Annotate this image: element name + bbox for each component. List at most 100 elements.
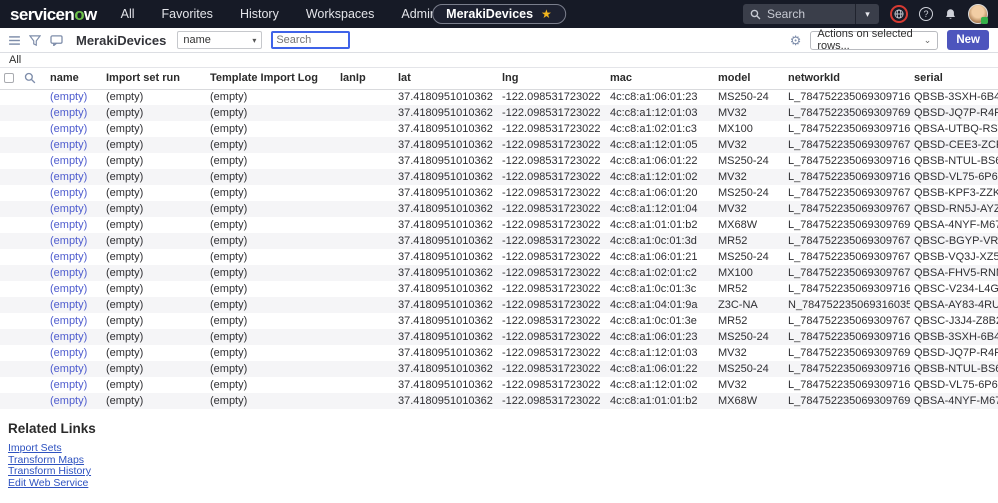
breadcrumb[interactable]: All (0, 53, 998, 68)
record-link[interactable]: (empty) (50, 123, 87, 135)
related-link-transform-maps[interactable]: Transform Maps (8, 455, 990, 467)
record-link[interactable]: (empty) (50, 155, 87, 167)
column-header-lng[interactable]: lng (498, 68, 606, 89)
cell-import-set-run: (empty) (102, 201, 206, 217)
cell-model: MV32 (714, 345, 784, 361)
record-link[interactable]: (empty) (50, 331, 87, 343)
cell-template-import-log: (empty) (206, 105, 336, 121)
cell-import-set-run: (empty) (102, 121, 206, 137)
cell-import-set-run: (empty) (102, 361, 206, 377)
cell-row-icon (20, 137, 46, 153)
cell-lat: 37.4180951010362 (394, 377, 498, 393)
cell-name: (empty) (46, 121, 102, 137)
column-header-name[interactable]: name (46, 68, 102, 89)
record-link[interactable]: (empty) (50, 379, 87, 391)
cell-template-import-log: (empty) (206, 169, 336, 185)
list-search-input[interactable] (271, 31, 350, 49)
cell-name: (empty) (46, 185, 102, 201)
select-all-checkbox[interactable] (4, 73, 14, 83)
favorite-star-icon[interactable]: ★ (541, 8, 552, 20)
record-link[interactable]: (empty) (50, 363, 87, 375)
column-header-mac[interactable]: mac (606, 68, 714, 89)
column-header-import-set-run[interactable]: Import set run (102, 68, 206, 89)
record-link[interactable]: (empty) (50, 219, 87, 231)
related-link-import-sets[interactable]: Import Sets (8, 443, 990, 455)
cell-lng: -122.098531723022 (498, 281, 606, 297)
record-link[interactable]: (empty) (50, 251, 87, 263)
column-header-template-import-log[interactable]: Template Import Log (206, 68, 336, 89)
record-link[interactable]: (empty) (50, 299, 87, 311)
record-link[interactable]: (empty) (50, 315, 87, 327)
cell-import-set-run: (empty) (102, 137, 206, 153)
record-link[interactable]: (empty) (50, 267, 87, 279)
column-header-networkid[interactable]: networkId (784, 68, 910, 89)
nav-item-history[interactable]: History (240, 7, 279, 21)
select-all-header[interactable] (0, 68, 20, 89)
related-links-list: Import SetsTransform MapsTransform Histo… (8, 443, 990, 489)
record-link[interactable]: (empty) (50, 395, 87, 407)
cell-networkid: L_784752235069309716 (784, 169, 910, 185)
cell-import-set-run: (empty) (102, 153, 206, 169)
user-avatar[interactable] (968, 4, 988, 24)
cell-row-icon (20, 105, 46, 121)
help-icon[interactable]: ? (919, 7, 933, 21)
cell-lanip (336, 105, 394, 121)
cell-name: (empty) (46, 217, 102, 233)
record-link[interactable]: (empty) (50, 91, 87, 103)
column-header-model[interactable]: model (714, 68, 784, 89)
nav-item-all[interactable]: All (121, 7, 135, 21)
record-link[interactable]: (empty) (50, 203, 87, 215)
record-link[interactable]: (empty) (50, 171, 87, 183)
cell-template-import-log: (empty) (206, 233, 336, 249)
cell-networkid: L_784752235069309767 (784, 313, 910, 329)
actions-on-rows-select[interactable]: Actions on selected rows...⌄ (810, 31, 938, 50)
top-nav: AllFavoritesHistoryWorkspacesAdmin (121, 7, 437, 21)
servicenow-logo[interactable]: servicenow (10, 6, 97, 23)
filter-funnel-icon[interactable] (29, 35, 41, 46)
cell-checkbox (0, 169, 20, 185)
cell-lat: 37.4180951010362 (394, 393, 498, 409)
cell-row-icon (20, 217, 46, 233)
cell-checkbox (0, 137, 20, 153)
cell-template-import-log: (empty) (206, 185, 336, 201)
related-link-edit-web-service[interactable]: Edit Web Service (8, 478, 990, 490)
cell-lat: 37.4180951010362 (394, 281, 498, 297)
cell-networkid: L_784752235069309716 (784, 281, 910, 297)
cell-name: (empty) (46, 265, 102, 281)
list-menu-icon[interactable] (9, 36, 20, 45)
globe-update-set-icon[interactable] (890, 5, 908, 23)
search-field-select[interactable]: name▾ (177, 31, 262, 49)
cell-lng: -122.098531723022 (498, 89, 606, 105)
cell-model: MS250-24 (714, 185, 784, 201)
search-scope-dropdown[interactable]: ▾ (855, 4, 879, 24)
related-link-transform-history[interactable]: Transform History (8, 466, 990, 478)
header-search-toggle[interactable] (20, 68, 46, 89)
record-link[interactable]: (empty) (50, 139, 87, 151)
cell-lat: 37.4180951010362 (394, 313, 498, 329)
record-link[interactable]: (empty) (50, 347, 87, 359)
table-row: (empty)(empty)(empty)37.4180951010362-12… (0, 233, 998, 249)
cell-model: Z3C-NA (714, 297, 784, 313)
column-header-serial[interactable]: serial (910, 68, 998, 89)
column-header-lat[interactable]: lat (394, 68, 498, 89)
gear-icon[interactable]: ⚙ (790, 34, 802, 47)
nav-item-favorites[interactable]: Favorites (162, 7, 213, 21)
column-header-lanip[interactable]: lanIp (336, 68, 394, 89)
record-link[interactable]: (empty) (50, 187, 87, 199)
cell-template-import-log: (empty) (206, 89, 336, 105)
cell-checkbox (0, 345, 20, 361)
record-link[interactable]: (empty) (50, 283, 87, 295)
notifications-bell-icon[interactable] (944, 8, 957, 21)
device-list-table: nameImport set runTemplate Import Loglan… (0, 68, 998, 409)
record-link[interactable]: (empty) (50, 235, 87, 247)
cell-mac: 4c:c8:a1:12:01:02 (606, 377, 714, 393)
cell-model: MV32 (714, 377, 784, 393)
nav-item-workspaces[interactable]: Workspaces (306, 7, 375, 21)
global-search[interactable]: Search ▾ (743, 4, 879, 24)
cell-checkbox (0, 377, 20, 393)
cell-checkbox (0, 393, 20, 409)
chat-bubble-icon[interactable] (50, 35, 63, 46)
new-button[interactable]: New (947, 30, 989, 50)
record-link[interactable]: (empty) (50, 107, 87, 119)
current-page-pill[interactable]: MerakiDevices ★ (432, 4, 566, 24)
